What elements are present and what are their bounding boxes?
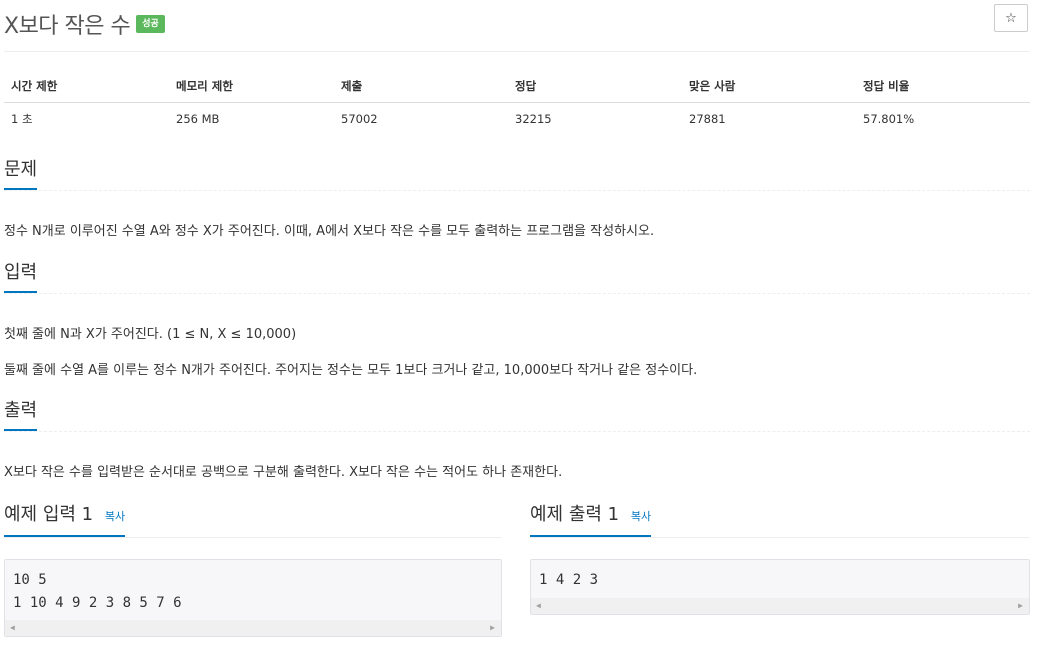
sample-input-header: 예제 입력 1 복사 — [4, 503, 502, 538]
header-accept-ratio: 정답 비율 — [856, 70, 1030, 103]
sample-output-line: 1 4 2 3 — [539, 572, 599, 588]
star-icon: ☆ — [1005, 10, 1017, 26]
divider — [4, 51, 1030, 52]
sample-output-header: 예제 출력 1 복사 — [530, 503, 1030, 538]
problem-info-table: 시간 제한 메모리 제한 제출 정답 맞은 사람 정답 비율 1 초 256 M… — [4, 70, 1030, 135]
cell-accepted: 32215 — [515, 112, 552, 126]
problem-section-header: 문제 — [4, 158, 1030, 191]
cell-accept-ratio: 57.801% — [863, 112, 915, 126]
problem-heading: 문제 — [4, 158, 38, 190]
horizontal-scrollbar[interactable]: ◀ ▶ — [531, 598, 1029, 614]
scroll-right-icon[interactable]: ▶ — [1018, 601, 1023, 610]
table-row: 1 초 256 MB 57002 32215 27881 57.801% — [4, 103, 1030, 136]
table-header-row: 시간 제한 메모리 제한 제출 정답 맞은 사람 정답 비율 — [4, 70, 1030, 103]
horizontal-scrollbar[interactable]: ◀ ▶ — [5, 620, 501, 636]
output-section-header: 출력 — [4, 399, 1030, 432]
sample-output-heading: 예제 출력 1 — [530, 504, 620, 525]
output-description: X보다 작은 수를 입력받은 순서대로 공백으로 구분해 출력한다. X보다 작… — [4, 465, 563, 480]
header-accepted: 정답 — [508, 70, 682, 103]
copy-sample-input-link[interactable]: 복사 — [105, 510, 125, 523]
scroll-left-icon[interactable]: ◀ — [10, 623, 15, 632]
sample-input-box[interactable]: 10 5 1 10 4 9 2 3 8 5 7 6 ◀ ▶ — [4, 559, 502, 637]
sample-input-heading: 예제 입력 1 — [4, 504, 94, 525]
status-badge: 성공 — [136, 15, 165, 33]
cell-submissions: 57002 — [341, 112, 378, 126]
sample-input-line: 1 10 4 9 2 3 8 5 7 6 — [13, 595, 182, 611]
cell-memory-limit: 256 MB — [176, 112, 220, 126]
output-heading: 출력 — [4, 399, 38, 431]
problem-description: 정수 N개로 이루어진 수열 A와 정수 X가 주어진다. 이때, A에서 X보… — [4, 224, 655, 239]
input-description-line2: 둘째 줄에 수열 A를 이루는 정수 N개가 주어진다. 주어지는 정수는 모두… — [4, 363, 698, 378]
scroll-left-icon[interactable]: ◀ — [536, 601, 541, 610]
header-memory-limit: 메모리 제한 — [169, 70, 334, 103]
page-title: X보다 작은 수 — [4, 14, 131, 39]
cell-time-limit: 1 초 — [11, 112, 33, 126]
sample-output-box[interactable]: 1 4 2 3 ◀ ▶ — [530, 559, 1030, 615]
copy-sample-output-link[interactable]: 복사 — [631, 510, 651, 523]
input-description-line1: 첫째 줄에 N과 X가 주어진다. (1 ≤ N, X ≤ 10,000) — [4, 327, 297, 342]
header-time-limit: 시간 제한 — [4, 70, 169, 103]
title-row: X보다 작은 수 성공 — [4, 6, 165, 42]
input-heading: 입력 — [4, 261, 38, 293]
scroll-right-icon[interactable]: ▶ — [490, 623, 495, 632]
cell-solved-users: 27881 — [689, 112, 726, 126]
header-solved-users: 맞은 사람 — [682, 70, 856, 103]
header-submissions: 제출 — [334, 70, 508, 103]
sample-input-line: 10 5 — [13, 572, 47, 588]
input-section-header: 입력 — [4, 261, 1030, 294]
favorite-star-button[interactable]: ☆ — [994, 4, 1028, 32]
